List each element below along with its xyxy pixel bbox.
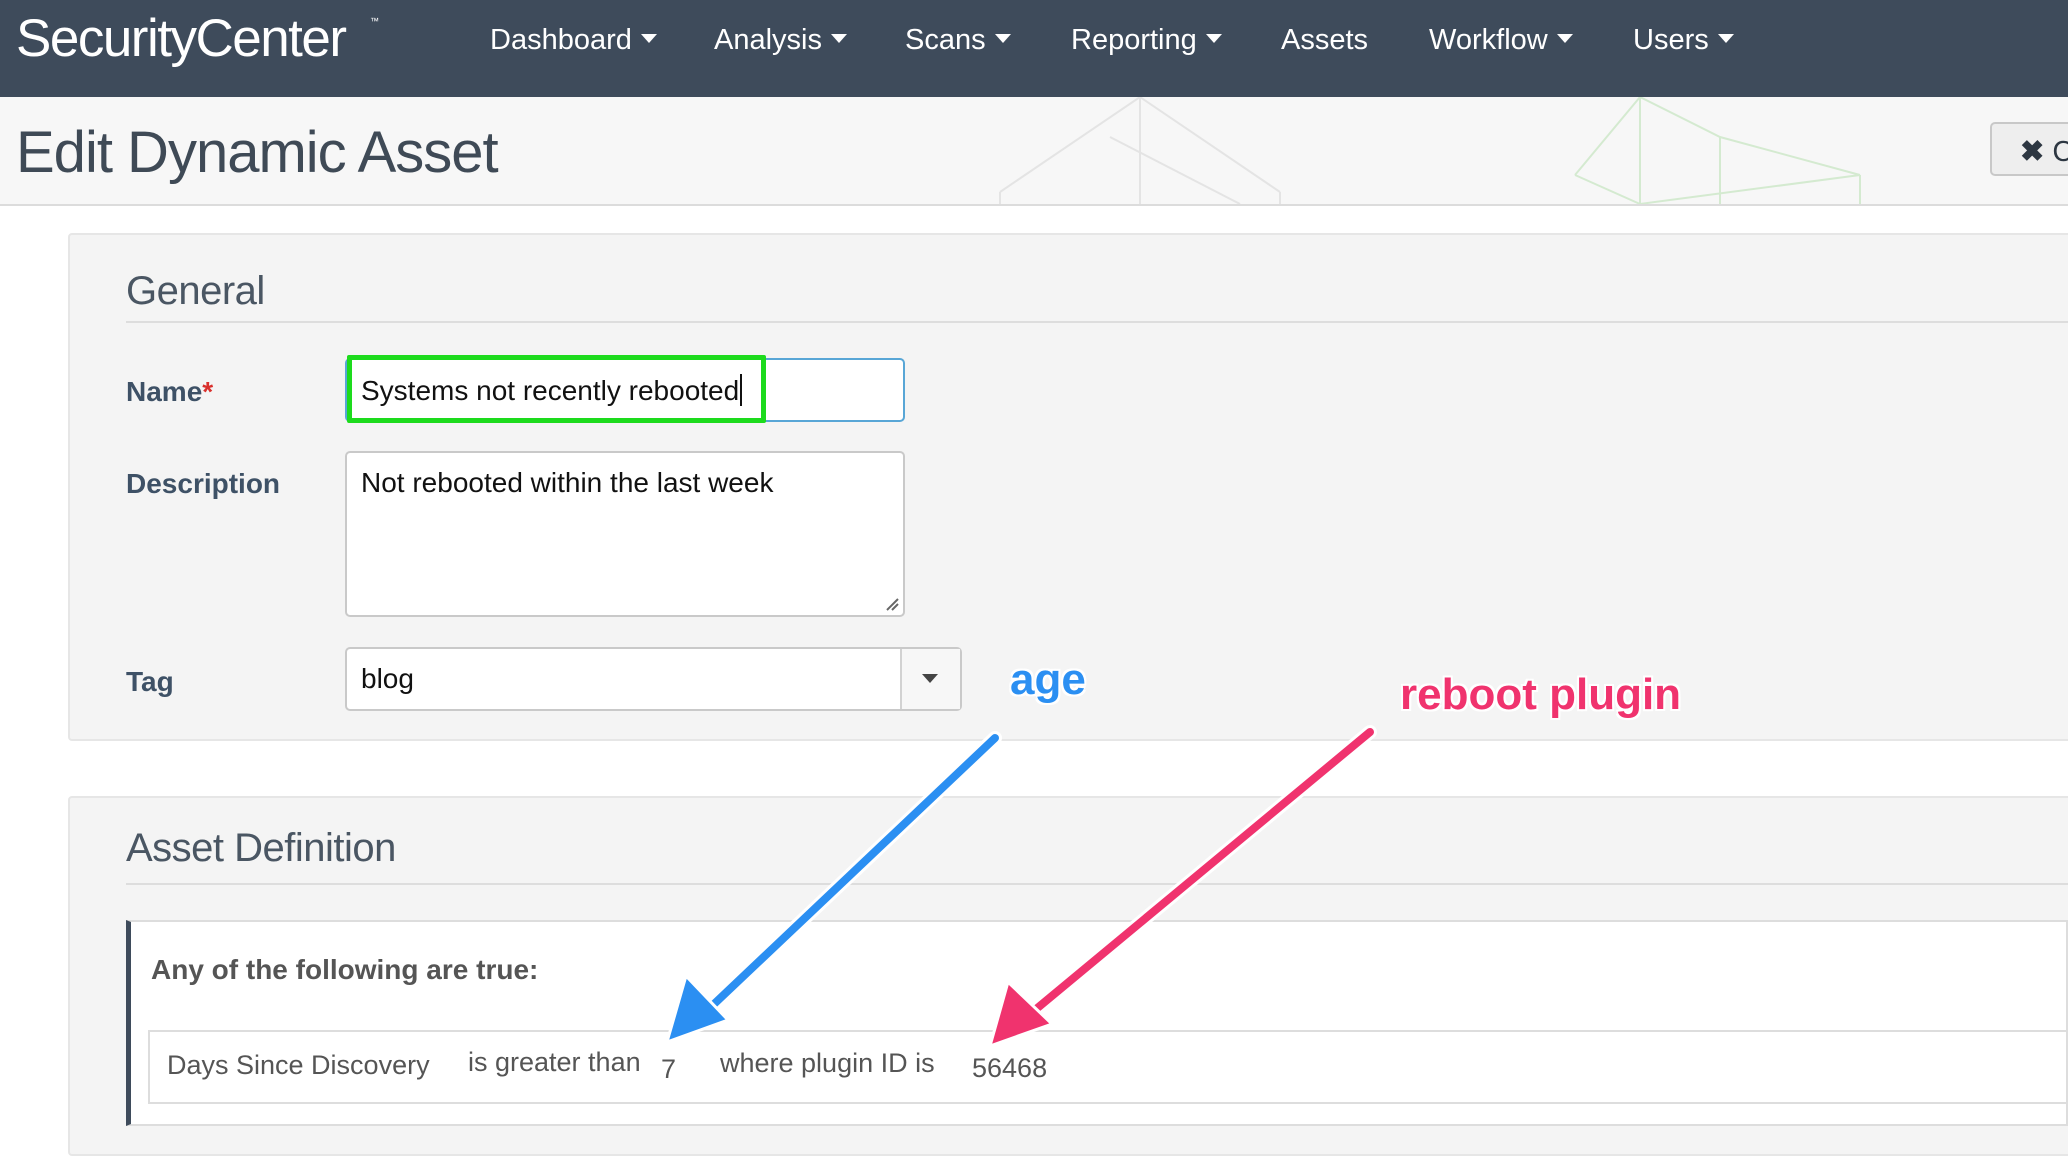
chevron-down-icon [1205,33,1222,43]
condition-field[interactable]: Days Since Discovery [167,1050,430,1081]
tag-select-value: blog [361,663,414,694]
name-input[interactable]: Systems not recently rebooted [345,358,905,422]
description-label: Description [126,468,281,499]
nav-assets-label: Assets [1281,24,1369,56]
nav-dashboard-label: Dashboard [490,24,632,56]
close-button-label: C [2052,136,2068,168]
close-button[interactable]: ✖C [1990,122,2068,176]
description-value: Not rebooted within the last week [361,467,774,498]
chevron-down-icon [1717,33,1734,43]
nav-dashboard[interactable]: Dashboard [490,24,657,57]
nav-analysis-label: Analysis [714,24,822,56]
page-header: Edit Dynamic Asset ✖C [0,97,2068,206]
asset-definition-title: Asset Definition [126,826,396,870]
condition-row[interactable]: Days Since Discovery is greater than 7 w… [148,1030,2068,1104]
close-icon: ✖ [2020,136,2045,168]
nav-reporting-label: Reporting [1071,24,1197,56]
chevron-down-icon [922,674,938,683]
tag-select[interactable]: blog [345,647,962,711]
divider [126,883,2068,885]
condition-operator[interactable]: is greater than [468,1047,641,1078]
divider [126,321,2068,323]
nav-scans[interactable]: Scans [905,24,1011,57]
chevron-down-icon [831,33,847,43]
name-label-text: Name [126,376,203,407]
tag-label: Tag [126,666,174,697]
nav-analysis[interactable]: Analysis [714,24,847,57]
name-label: Name* [126,376,213,408]
condition-filter-text: where plugin ID is [720,1048,935,1078]
chevron-down-icon [640,33,657,43]
required-marker: * [202,376,214,407]
tag-select-toggle[interactable] [900,649,960,709]
brand-logo[interactable]: SecurityCenter [16,8,347,69]
condition-plugin-id[interactable]: 56468 [972,1053,1047,1084]
text-cursor [740,374,743,406]
page-title: Edit Dynamic Asset [16,120,499,185]
annotation-age-label: age [1010,655,1086,704]
nav-reporting[interactable]: Reporting [1071,24,1222,57]
description-textarea[interactable]: Not rebooted within the last week [345,451,905,617]
nav-assets[interactable]: Assets [1281,24,1368,57]
annotation-reboot-plugin-label: reboot plugin [1400,670,1682,719]
condition-value[interactable]: 7 [661,1054,676,1085]
nav-users-label: Users [1633,24,1709,56]
trademark-mark: ™ [370,16,379,26]
chevron-down-icon [1556,33,1573,43]
nav-workflow-label: Workflow [1429,24,1548,56]
rule-group[interactable]: Any of the following are true: Days Sinc… [126,920,2068,1126]
rule-group-label: Any of the following are true: [151,954,539,985]
nav-workflow[interactable]: Workflow [1429,24,1573,57]
nav-scans-label: Scans [905,24,986,56]
top-navbar: SecurityCenter ™ Dashboard Analysis Scan… [0,0,2068,97]
general-section-title: General [126,269,265,313]
resize-grip-icon[interactable] [885,597,899,611]
nav-users[interactable]: Users [1633,24,1734,57]
chevron-down-icon [994,33,1011,43]
name-input-value: Systems not recently rebooted [361,375,740,406]
